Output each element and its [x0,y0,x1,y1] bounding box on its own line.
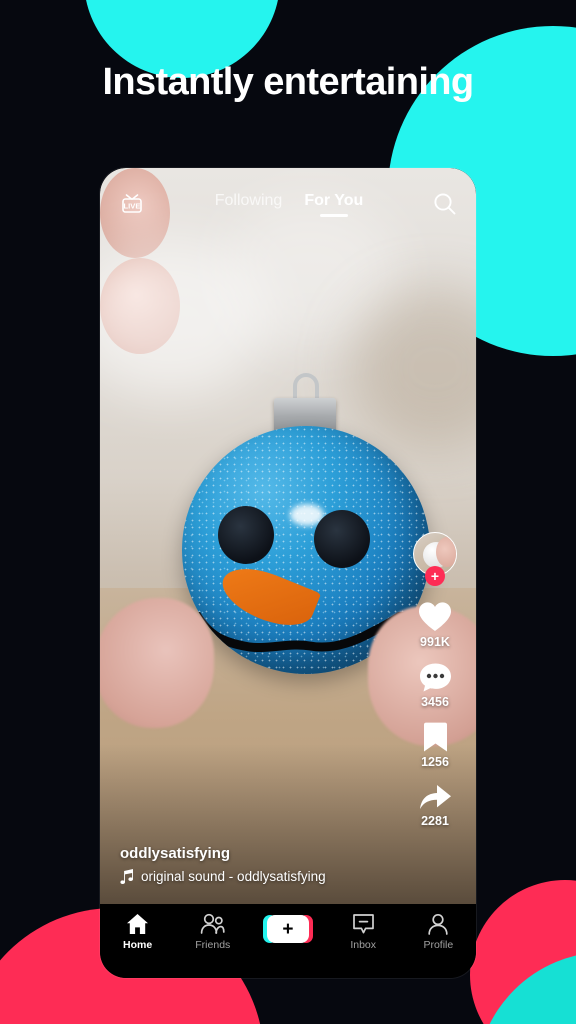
tab-for-you[interactable]: For You [304,192,363,217]
phone-mockup: LIVE Following For You + 991K 3456 1256 … [100,168,476,978]
avatar-follow-group[interactable]: + [413,532,457,588]
share-button[interactable]: 2281 [418,782,452,828]
inbox-icon [352,913,375,935]
snowman-eye-right [314,510,370,568]
profile-icon [427,913,449,935]
follow-button[interactable]: + [425,566,445,586]
left-hand [100,598,214,728]
bookmark-button[interactable]: 1256 [421,722,449,769]
bottom-nav: Home Friends + Inbox Profile [100,904,476,978]
plus-icon: + [282,918,294,940]
svg-text:LIVE: LIVE [124,201,141,210]
snowman-eye-left [218,506,274,564]
video-caption: oddlysatisfying original sound - oddlysa… [120,845,326,884]
page-headline: Instantly entertaining [102,61,474,103]
create-button[interactable]: + [262,915,313,943]
like-count: 991K [420,635,450,649]
top-bar: LIVE Following For You [100,168,476,240]
nav-label-friends: Friends [195,939,231,951]
share-icon [418,782,452,812]
heart-icon [418,601,452,633]
comment-button[interactable]: 3456 [419,662,452,709]
nav-label-profile: Profile [423,939,454,951]
search-icon[interactable] [432,191,458,217]
nav-item-friends[interactable]: Friends [183,913,243,951]
nav-item-inbox[interactable]: Inbox [333,913,393,951]
tab-following[interactable]: Following [215,192,283,217]
feed-tabs: Following For You [146,192,432,217]
home-icon [126,913,149,935]
share-count: 2281 [421,814,449,828]
action-rail: + 991K 3456 1256 2281 [406,532,464,828]
avatar-hand [436,537,456,567]
music-note-icon [120,869,134,884]
comment-icon [419,662,452,693]
friends-icon [200,913,225,935]
comment-count: 3456 [421,695,449,709]
bookmark-icon [422,722,449,753]
like-button[interactable]: 991K [418,601,452,649]
live-tv-icon[interactable]: LIVE [118,190,146,218]
nav-item-home[interactable]: Home [108,913,168,951]
bookmark-count: 1256 [421,755,449,769]
nav-item-profile[interactable]: Profile [408,913,468,951]
sound-label: original sound - oddlysatisfying [141,869,326,884]
username-link[interactable]: oddlysatisfying [120,845,326,862]
sound-row[interactable]: original sound - oddlysatisfying [120,869,326,884]
nav-label-inbox: Inbox [350,939,376,951]
nav-item-create[interactable]: + [258,913,318,943]
nav-label-home: Home [123,939,153,951]
phone-screen: LIVE Following For You + 991K 3456 1256 … [100,168,476,978]
